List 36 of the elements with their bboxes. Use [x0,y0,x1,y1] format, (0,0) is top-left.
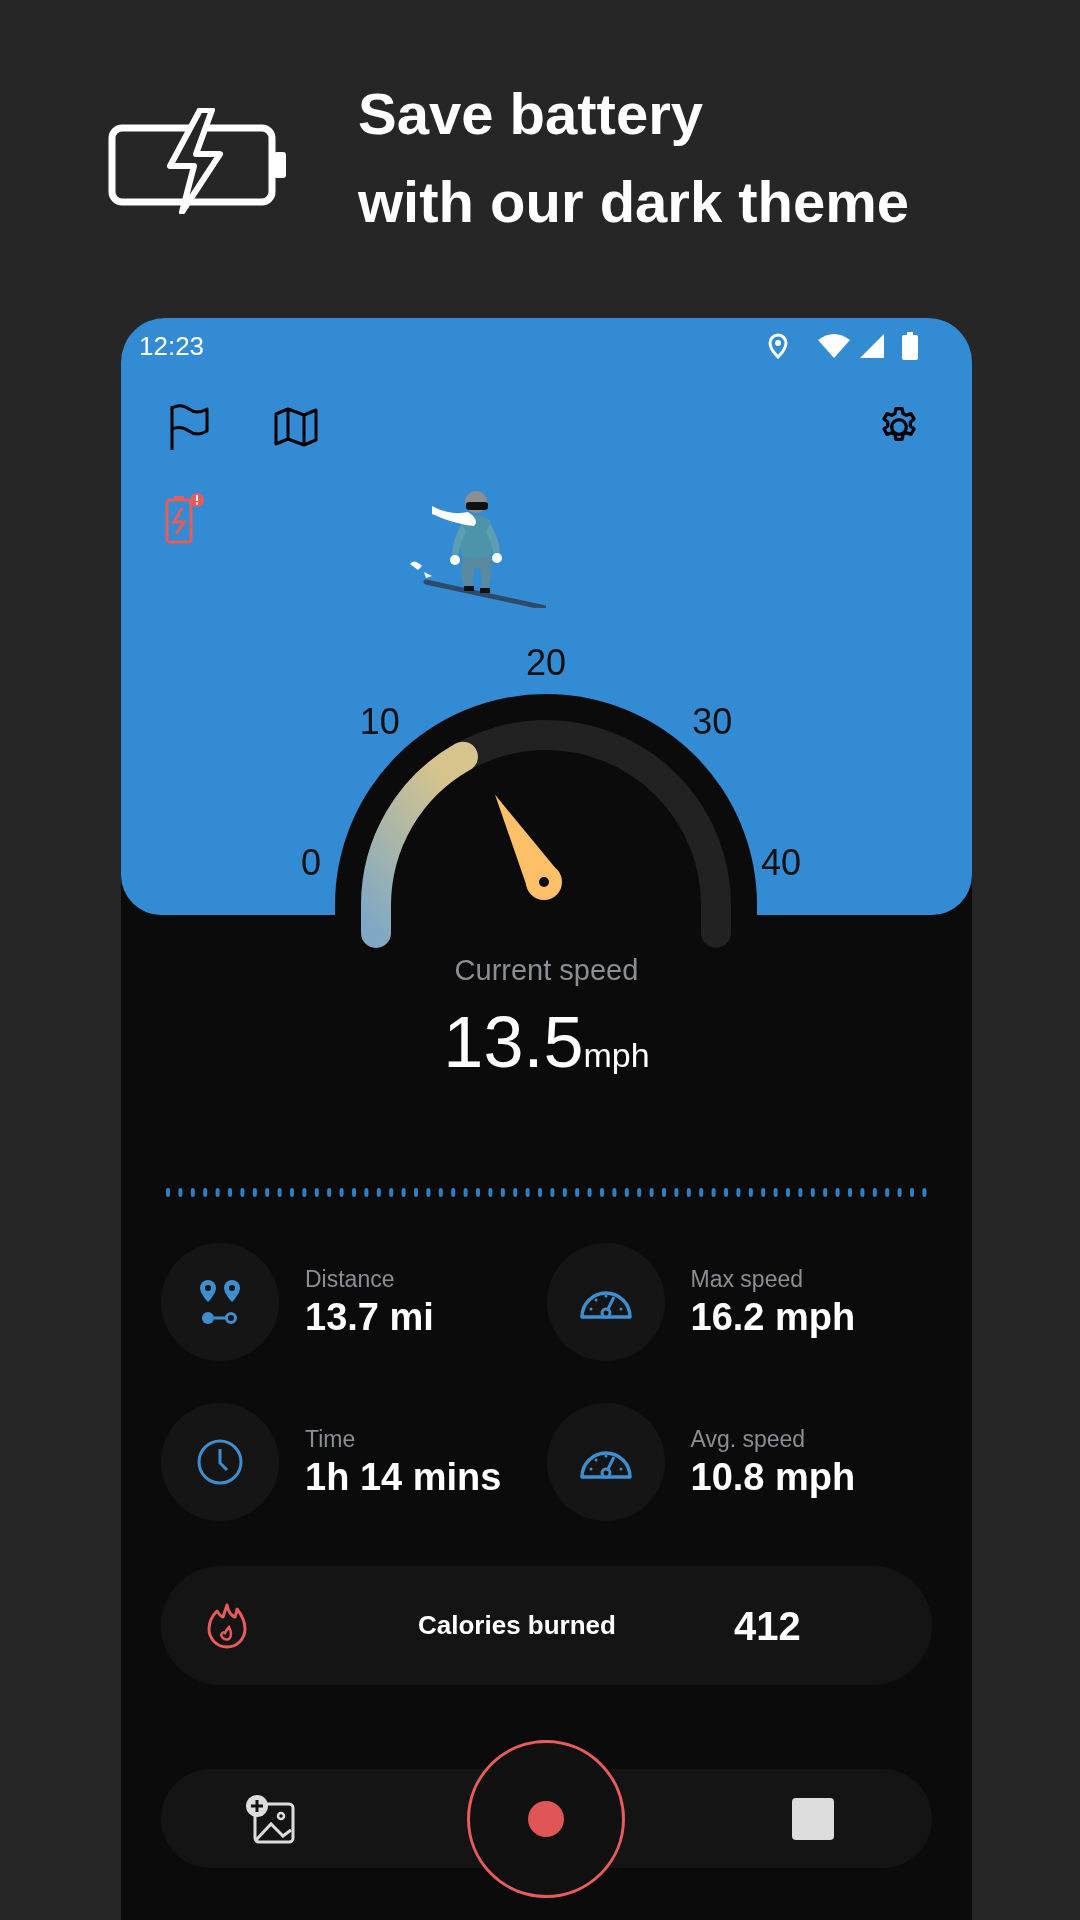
current-speed-value: 13.5 [443,1002,584,1082]
battery-icon [902,332,918,360]
gauge-tick-label: 10 [359,701,400,742]
gauge-tick-label: 30 [692,701,733,742]
location-icon [768,333,788,359]
speed-unit: mph [583,1035,650,1075]
stat-value: 1h 14 mins [305,1455,502,1500]
stat-label: Avg. speed [690,1425,807,1454]
stat-value: 16.2 mph [690,1295,856,1340]
flag-icon [169,403,209,451]
stat-label: Max speed [690,1265,804,1294]
headline: with our dark theme [358,168,910,236]
add-photo-button[interactable] [245,1793,295,1844]
stat-label: Time [305,1425,357,1454]
gauge-tick-label: 20 [526,643,566,683]
add-image-icon [245,1793,295,1844]
stop-button[interactable] [792,1797,834,1840]
stat-value: 13.7 mi [305,1295,434,1340]
stat-value: 10.8 mph [690,1455,856,1500]
record-icon [528,1801,564,1837]
signal-icon [860,334,884,358]
current-speed-label: Current speed [454,953,639,988]
status-time: 12:23 [139,329,205,363]
headline: Save battery [358,80,704,148]
calories-value: 412 [733,1602,801,1650]
wifi-icon [818,334,850,358]
clock-icon [196,1438,244,1486]
map-icon [274,407,318,447]
gauge-tick-label: 40 [761,843,801,883]
stat-label: Distance [305,1265,396,1294]
battery-alert-icon [165,492,205,544]
stop-icon [792,1797,834,1840]
flame-icon [207,1602,247,1649]
route-icon [198,1278,242,1326]
calories-label: Calories burned [418,1609,616,1642]
gauge-tick-label: 0 [301,843,321,883]
